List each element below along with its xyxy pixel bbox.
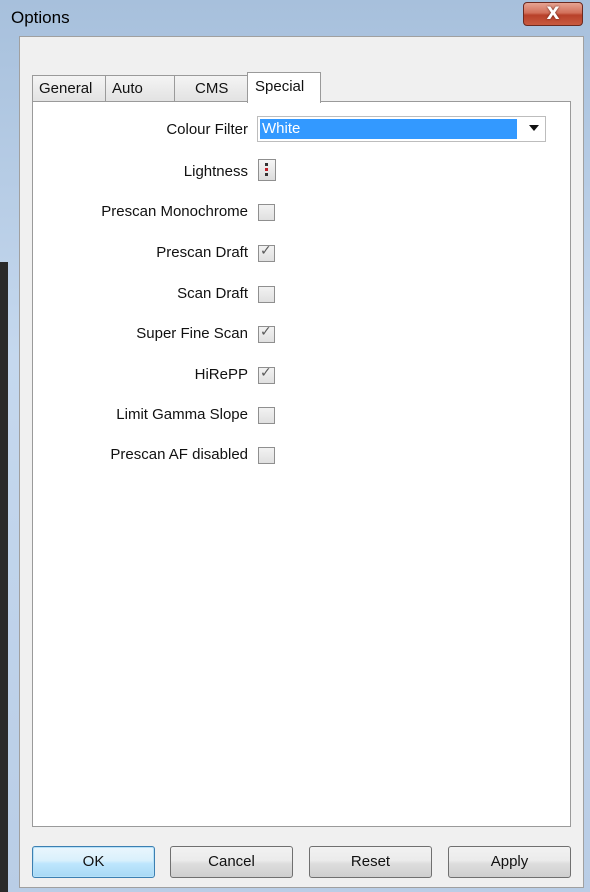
- reset-button[interactable]: Reset: [309, 846, 432, 878]
- prescan-monochrome-label: Prescan Monochrome: [101, 203, 248, 220]
- colour-filter-value: White: [260, 119, 517, 139]
- close-button[interactable]: X: [523, 2, 583, 26]
- tab-auto-label: Auto: [112, 80, 143, 97]
- tab-cms-label: CMS: [195, 80, 229, 97]
- close-icon: X: [546, 4, 560, 24]
- scan-draft-checkbox[interactable]: [258, 286, 275, 303]
- super-fine-scan-label: Super Fine Scan: [136, 325, 248, 342]
- super-fine-scan-checkbox[interactable]: ✓: [258, 324, 275, 343]
- options-window: Options X General Auto CMS Special Colou…: [0, 0, 590, 892]
- prescan-af-disabled-checkbox[interactable]: [258, 447, 275, 464]
- checkmark-icon: ✓: [260, 324, 272, 340]
- tab-special-label: Special: [255, 78, 305, 95]
- limit-gamma-slope-checkbox[interactable]: [258, 407, 275, 424]
- hirepp-label: HiRePP: [194, 366, 248, 383]
- lightness-adjust-icon: [265, 163, 268, 178]
- prescan-monochrome-checkbox[interactable]: [258, 204, 275, 221]
- tab-cms[interactable]: CMS: [174, 75, 248, 102]
- title-bar[interactable]: Options X: [0, 0, 590, 32]
- tab-special[interactable]: Special: [247, 72, 321, 103]
- hirepp-checkbox[interactable]: ✓: [258, 365, 275, 384]
- lightness-button[interactable]: [258, 159, 276, 181]
- colour-filter-select[interactable]: White: [257, 116, 546, 142]
- prescan-draft-checkbox[interactable]: ✓: [258, 243, 275, 262]
- scan-draft-label: Scan Draft: [177, 285, 248, 302]
- checkmark-icon: ✓: [260, 365, 272, 381]
- tab-general-label: General: [39, 80, 93, 97]
- chevron-down-icon[interactable]: [529, 125, 539, 131]
- ok-button[interactable]: OK: [32, 846, 155, 878]
- tab-strip: General Auto CMS Special: [32, 72, 352, 103]
- prescan-af-disabled-label: Prescan AF disabled: [110, 446, 248, 463]
- tab-auto[interactable]: Auto: [105, 75, 175, 102]
- background-window-edge: [0, 262, 8, 892]
- colour-filter-label: Colour Filter: [166, 121, 248, 138]
- tab-general[interactable]: General: [32, 75, 106, 102]
- limit-gamma-slope-label: Limit Gamma Slope: [116, 406, 248, 423]
- prescan-draft-label: Prescan Draft: [156, 244, 248, 261]
- apply-button[interactable]: Apply: [448, 846, 571, 878]
- window-title: Options: [11, 8, 70, 27]
- lightness-label: Lightness: [183, 163, 248, 180]
- checkmark-icon: ✓: [260, 243, 272, 259]
- cancel-button[interactable]: Cancel: [170, 846, 293, 878]
